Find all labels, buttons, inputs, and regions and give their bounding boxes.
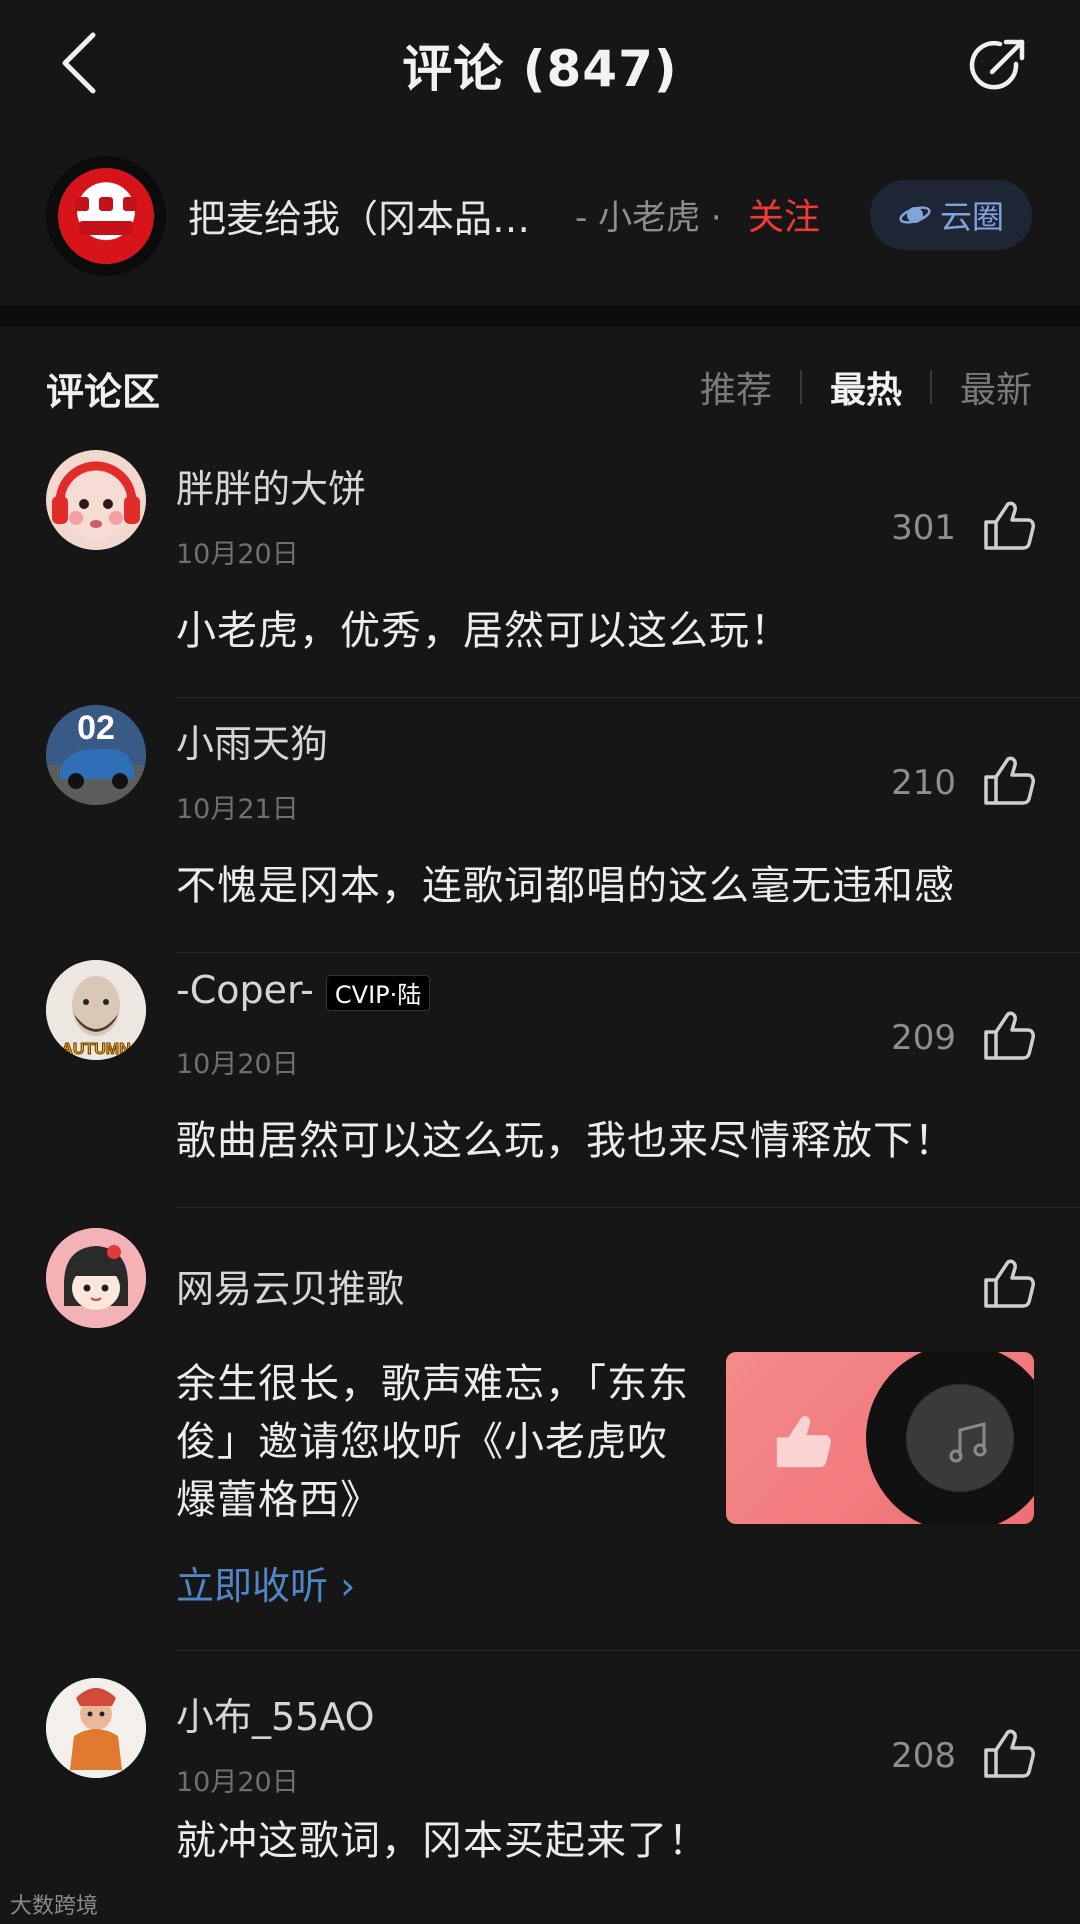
cloud-circle-button[interactable]: 云圈 [870,180,1032,250]
section-divider [0,305,1080,327]
listen-now-link[interactable]: 立即收听 › [176,1555,355,1610]
comment-date: 10月21日 [176,794,299,825]
like-count: 301 [891,508,956,548]
avatar[interactable]: AUTUMN [46,960,146,1060]
comment-item: 胖胖的大饼 10月20日 301 小老虎，优秀，居然可以这么玩！ [0,450,1080,698]
promo-text: 余生很长，歌声难忘，「东东俊」邀请您收听《小老虎吹爆蕾格西》 [176,1361,689,1523]
music-note-icon [949,1422,987,1463]
comment-username-row: -Coper- CVIP·陆 [176,968,431,1012]
comment-separator [176,697,1080,698]
avatar-caption: AUTUMN [61,1041,130,1058]
comment-date: 10月20日 [176,539,299,570]
thumbs-up-icon[interactable] [980,1726,1036,1782]
cloud-circle-label: 云圈 [939,198,1004,236]
chevron-left-icon [62,32,96,94]
thumbs-up-icon [776,1416,831,1468]
song-name[interactable]: 把麦给我（冈本品… [188,188,530,243]
comment-text: 小老虎，优秀，居然可以这么玩！ [176,608,791,654]
vip-badge[interactable]: CVIP·陆 [325,974,431,1011]
tab-recommended[interactable]: 推荐 [700,361,772,413]
song-cover[interactable] [46,156,166,276]
back-button[interactable] [44,28,114,98]
avatar-caption: 02 [77,709,115,747]
comment-username[interactable]: 小雨天狗 [176,713,328,768]
follow-button[interactable]: 关注 [748,188,820,240]
like-count: 209 [891,1018,956,1058]
comment-item: 小布_55AO 10月20日 208 就冲这歌词，冈本买起来了！ [0,1678,1080,1898]
comment-text: 不愧是冈本，连歌词都唱的这么毫无违和感 [176,863,955,909]
top-bar: 评论 (847) [0,0,1080,130]
planet-icon [899,206,931,224]
thumbs-up-icon[interactable] [980,1008,1036,1064]
avatar[interactable]: 02 [46,705,146,805]
comment-separator [176,1650,1080,1651]
comment-date: 10月20日 [176,1049,299,1080]
promo-card[interactable] [726,1352,1034,1524]
comment-separator [176,952,1080,953]
like-count: 210 [891,763,956,803]
comment-date: 10月20日 [176,1767,299,1798]
promo-username[interactable]: 网易云贝推歌 [176,1258,404,1313]
like-count: 208 [891,1736,956,1776]
page-title: 评论 (847) [402,40,678,98]
thumbs-up-icon[interactable] [980,753,1036,809]
comment-username[interactable]: 胖胖的大饼 [176,458,366,513]
song-cover-art [58,168,154,264]
song-artist[interactable]: - 小老虎 · [575,190,722,239]
avatar[interactable] [46,1228,146,1328]
comment-item: AUTUMN -Coper- CVIP·陆 10月20日 209 歌曲居然可以这么… [0,960,1080,1208]
section-title: 评论区 [46,370,161,414]
tab-divider [929,370,932,404]
tab-hottest[interactable]: 最热 [830,361,902,413]
comment-text: 就冲这歌词，冈本买起来了！ [176,1818,709,1864]
share-icon [969,39,1025,90]
comment-item: 02 小雨天狗 10月21日 210 不愧是冈本，连歌词都唱的这么毫无违和感 [0,705,1080,953]
share-button[interactable] [960,28,1036,104]
avatar[interactable] [46,1678,146,1778]
watermark: 大数跨境 [10,1894,99,1919]
comment-username[interactable]: -Coper- [176,968,314,1012]
tab-newest[interactable]: 最新 [960,361,1032,413]
comment-text: 歌曲居然可以这么玩，我也来尽情释放下！ [176,1118,955,1164]
comments-section-header: 评论区 推荐 最热 最新 [0,355,1080,415]
sort-tabs: 推荐 最热 最新 [700,361,1032,413]
comment-username[interactable]: 小布_55AO [176,1686,375,1741]
avatar[interactable] [46,450,146,550]
tab-divider [799,370,802,404]
thumbs-up-icon[interactable] [980,498,1036,554]
song-info-row[interactable]: 把麦给我（冈本品… - 小老虎 · 关注 云圈 [0,150,1080,280]
thumbs-up-icon[interactable] [980,1256,1036,1312]
comment-separator [176,1207,1080,1208]
